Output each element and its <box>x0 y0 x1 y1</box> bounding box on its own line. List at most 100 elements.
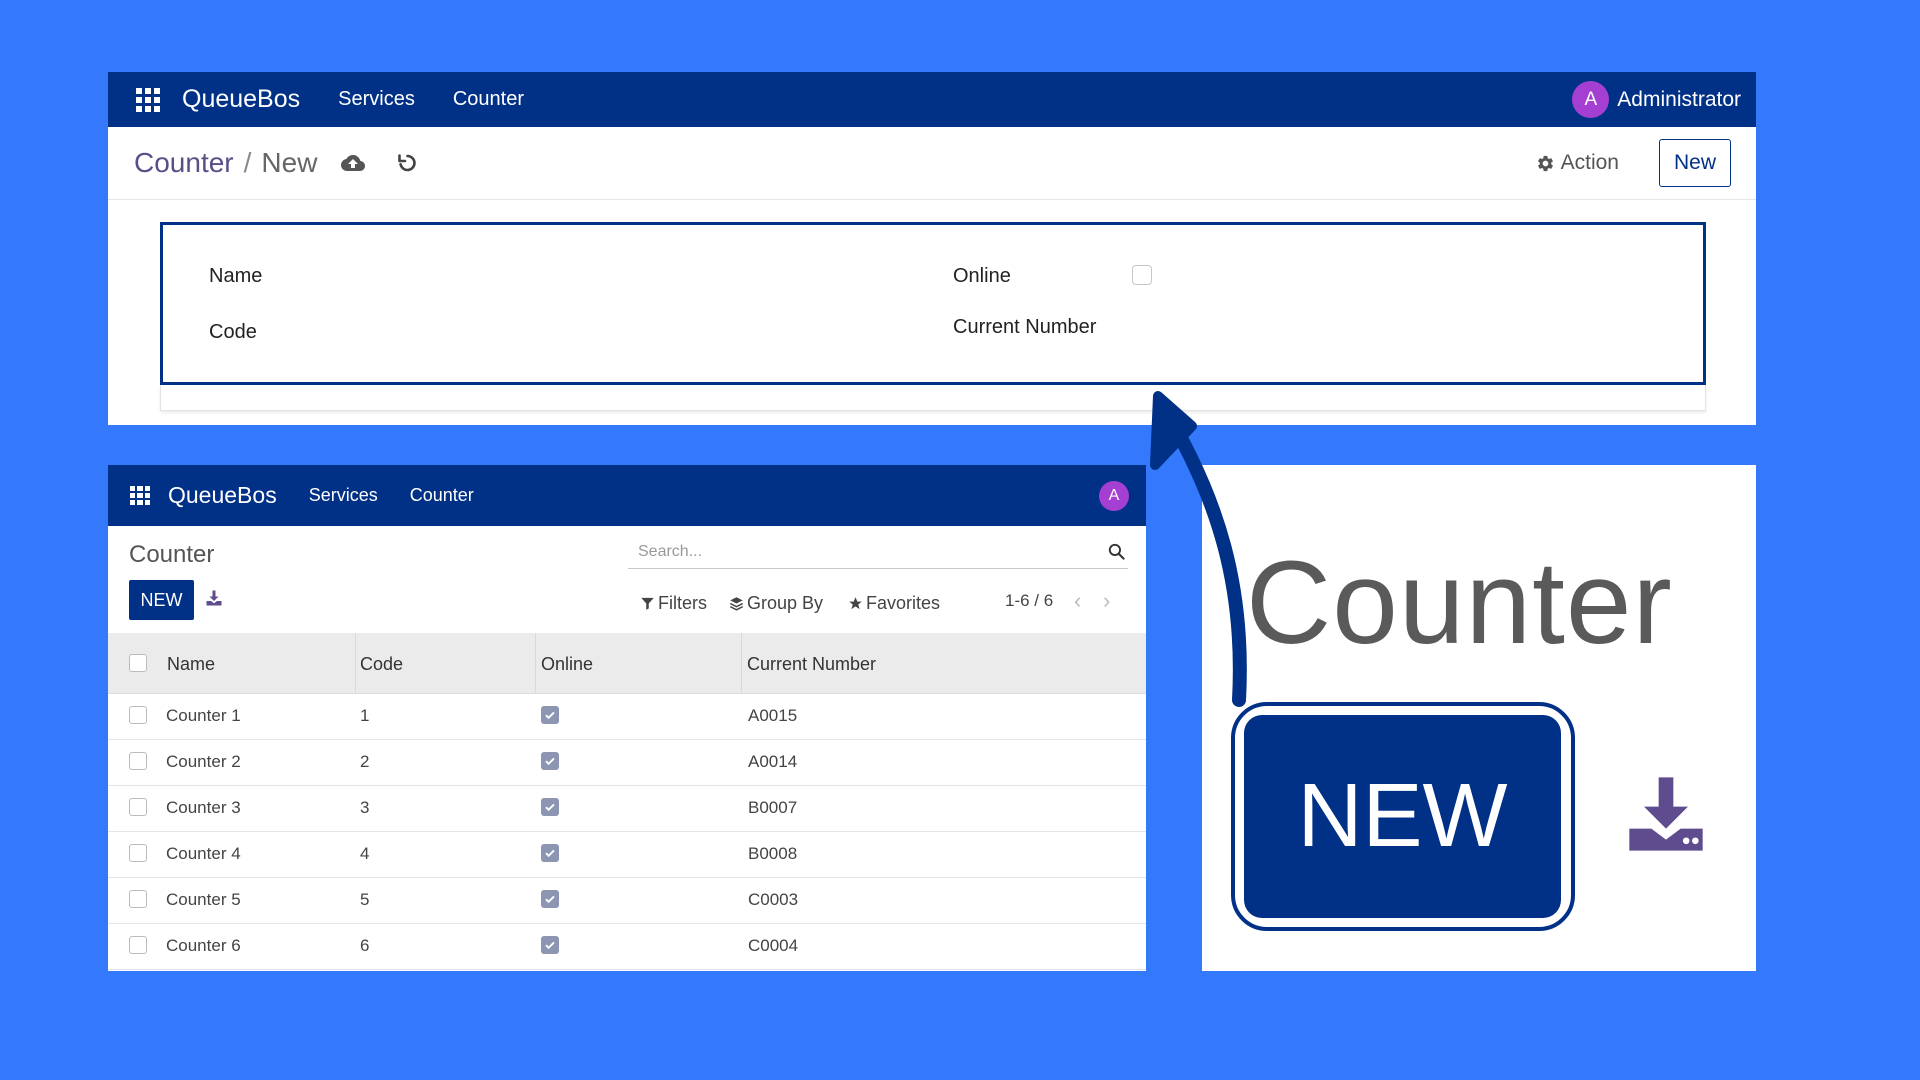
action-label: Action <box>1560 151 1619 174</box>
online-checkbox-checked <box>541 890 559 908</box>
favorites-label: Favorites <box>866 593 941 613</box>
column-name[interactable]: Name <box>167 654 215 675</box>
breadcrumb-current: New <box>261 147 318 178</box>
menu-services[interactable]: Services <box>338 88 415 111</box>
online-checkbox-checked <box>541 936 559 954</box>
search-icon[interactable] <box>1107 542 1128 561</box>
control-panel: Counter / New Action New <box>108 127 1756 200</box>
name-label: Name <box>209 265 263 287</box>
table-header: Name Code Online Current Number <box>108 633 1146 694</box>
online-checkbox-checked <box>541 798 559 816</box>
layers-icon <box>729 596 747 611</box>
action-button[interactable]: Action <box>1536 151 1619 175</box>
download-icon[interactable] <box>1622 770 1710 863</box>
cell-current-number: C0004 <box>748 936 799 955</box>
table-row[interactable]: Counter 4 4 B0008 <box>108 832 1146 878</box>
app-brand[interactable]: QueueBos <box>168 482 277 509</box>
new-button[interactable]: New <box>1659 139 1731 187</box>
row-checkbox[interactable] <box>129 936 147 954</box>
cell-code: 6 <box>360 936 370 955</box>
select-all-checkbox[interactable] <box>129 654 147 672</box>
form-sheet-bottom <box>160 385 1706 411</box>
cell-code: 5 <box>360 890 370 909</box>
row-checkbox[interactable] <box>129 798 147 816</box>
cell-name: Counter 5 <box>166 890 241 909</box>
cell-name: Counter 3 <box>166 798 241 817</box>
filters-label: Filters <box>658 593 707 613</box>
cell-name: Counter 1 <box>166 706 241 725</box>
search-bar <box>628 535 1128 569</box>
control-panel-actions: Action New <box>1536 139 1756 187</box>
star-icon <box>848 596 866 611</box>
column-code[interactable]: Code <box>360 654 403 675</box>
group-by-button[interactable]: Group By <box>729 593 823 614</box>
table-row[interactable]: Counter 3 3 B0007 <box>108 786 1146 832</box>
menu-counter[interactable]: Counter <box>453 88 524 111</box>
list-view-panel: QueueBos Services Counter A Counter NEW … <box>108 465 1146 971</box>
row-checkbox[interactable] <box>129 890 147 908</box>
cell-current-number: B0008 <box>748 844 798 863</box>
row-checkbox[interactable] <box>129 844 147 862</box>
table-row[interactable]: Counter 2 2 A0014 <box>108 740 1146 786</box>
code-label: Code <box>209 321 257 343</box>
menu-counter[interactable]: Counter <box>410 485 474 506</box>
filters-button[interactable]: Filters <box>640 593 707 614</box>
cell-name: Counter 4 <box>166 844 241 863</box>
form-view-panel: QueueBos Services Counter A Administrato… <box>108 72 1756 425</box>
table-row[interactable]: Counter 6 6 C0004 <box>108 924 1146 970</box>
zoom-title: Counter <box>1246 537 1673 669</box>
column-divider[interactable] <box>355 633 356 693</box>
favorites-button[interactable]: Favorites <box>848 593 940 614</box>
cell-code: 3 <box>360 798 370 817</box>
list-navbar: QueueBos Services Counter A <box>108 465 1146 526</box>
cell-code: 4 <box>360 844 370 863</box>
avatar[interactable]: A <box>1572 81 1610 118</box>
online-label: Online <box>953 265 1011 287</box>
cloud-upload-icon[interactable] <box>341 151 366 175</box>
row-checkbox[interactable] <box>129 752 147 770</box>
online-checkbox-checked <box>541 706 559 724</box>
pager-value[interactable]: 1-6 / 6 <box>1005 591 1053 611</box>
cell-current-number: A0015 <box>748 706 798 725</box>
undo-icon[interactable] <box>395 151 419 175</box>
zoom-callout-panel: Counter NEW <box>1202 465 1756 971</box>
user-name[interactable]: Administrator <box>1617 88 1741 112</box>
pager-prev-icon[interactable]: ‹ <box>1074 588 1081 614</box>
pager-next-icon[interactable]: › <box>1103 588 1110 614</box>
cell-code: 1 <box>360 706 370 725</box>
cell-current-number: B0007 <box>748 798 798 817</box>
download-icon[interactable] <box>205 589 223 612</box>
apps-grid-icon[interactable] <box>136 87 160 112</box>
cell-current-number: C0003 <box>748 890 799 909</box>
table-row[interactable]: Counter 1 1 A0015 <box>108 694 1146 740</box>
column-divider[interactable] <box>535 633 536 693</box>
cell-name: Counter 6 <box>166 936 241 955</box>
cell-name: Counter 2 <box>166 752 241 771</box>
filter-icon <box>640 596 658 611</box>
column-online[interactable]: Online <box>541 654 593 675</box>
online-checkbox-checked <box>541 844 559 862</box>
app-brand[interactable]: QueueBos <box>182 85 300 114</box>
page-title: Counter <box>129 541 215 568</box>
top-navbar: QueueBos Services Counter A Administrato… <box>108 72 1756 127</box>
breadcrumb-separator: / <box>243 147 252 178</box>
new-button[interactable]: NEW <box>129 580 194 620</box>
table-row[interactable]: Counter 5 5 C0003 <box>108 878 1146 924</box>
user-menu[interactable]: A Administrator <box>1572 81 1741 118</box>
menu-services[interactable]: Services <box>309 485 378 506</box>
row-checkbox[interactable] <box>129 706 147 724</box>
breadcrumb-root[interactable]: Counter <box>134 147 234 179</box>
online-checkbox-checked <box>541 752 559 770</box>
online-checkbox[interactable] <box>1132 265 1152 285</box>
cell-current-number: A0014 <box>748 752 798 771</box>
apps-grid-icon[interactable] <box>130 485 150 506</box>
zoom-new-button[interactable]: NEW <box>1244 715 1561 918</box>
current-number-label: Current Number <box>953 316 1097 338</box>
form-sheet: Name Code Online Current Number <box>160 222 1706 385</box>
column-divider[interactable] <box>741 633 742 693</box>
column-current-number[interactable]: Current Number <box>747 654 876 675</box>
avatar[interactable]: A <box>1099 480 1129 511</box>
group-by-label: Group By <box>747 593 824 613</box>
gear-icon <box>1536 154 1561 173</box>
search-input[interactable] <box>628 542 1107 561</box>
